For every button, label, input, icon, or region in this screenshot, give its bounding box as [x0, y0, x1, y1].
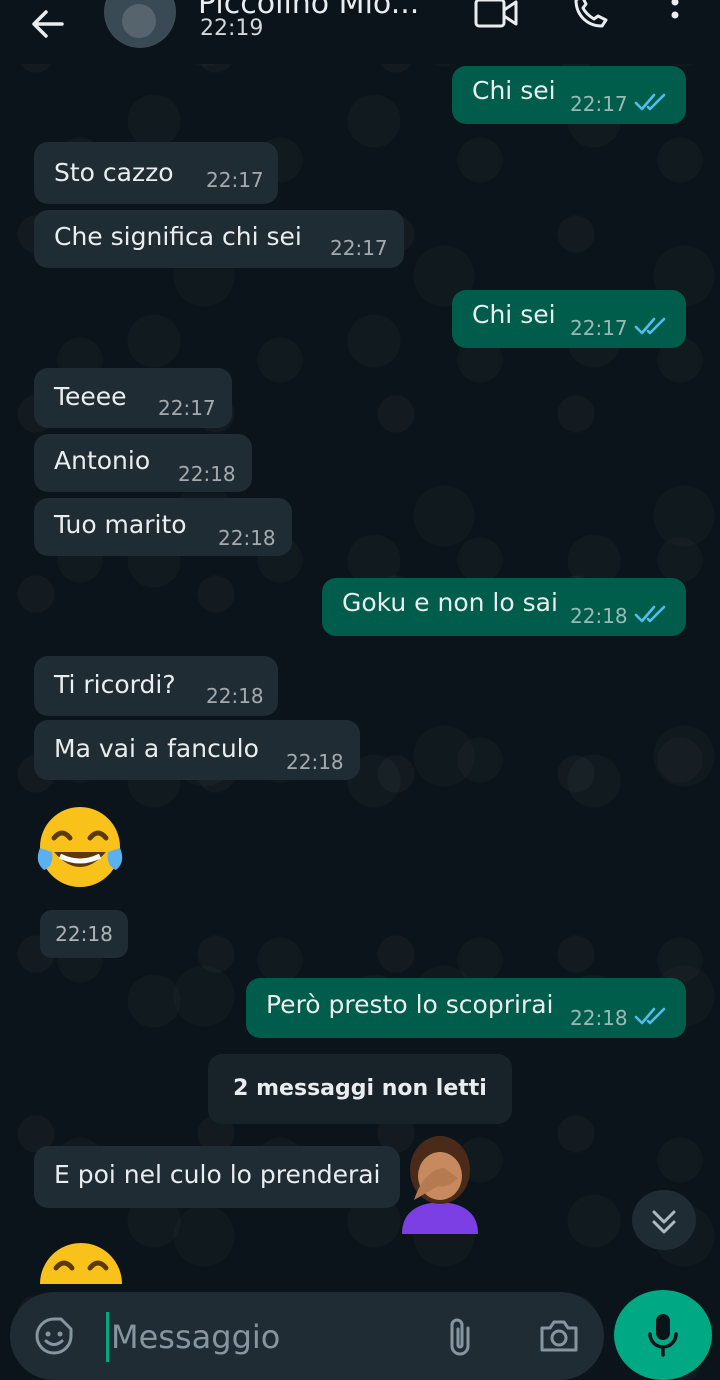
message-text: Che significa chi sei [54, 222, 302, 251]
message-incoming[interactable]: E poi nel culo lo prenderai [34, 1146, 400, 1208]
message-time: 22:17 [570, 316, 628, 340]
phone-icon[interactable] [570, 0, 614, 30]
message-outgoing[interactable]: Però presto lo scoprirai 22:18 [246, 978, 686, 1038]
message-time: 22:17 [330, 236, 388, 260]
message-incoming[interactable]: Tuo marito 22:18 [34, 498, 292, 556]
camera-icon[interactable] [538, 1318, 580, 1354]
message-emoji[interactable]: 🤦🏽‍♀️ [392, 1130, 488, 1238]
voice-message-button[interactable] [614, 1290, 712, 1380]
message-text: Chi sei [472, 300, 556, 329]
message-text: E poi nel culo lo prenderai [54, 1160, 381, 1189]
message-outgoing[interactable]: Chi sei 22:17 [452, 290, 686, 348]
message-time: 22:18 [570, 1006, 628, 1030]
video-call-icon[interactable] [474, 0, 518, 30]
arrow-left-icon[interactable] [28, 4, 68, 44]
message-time: 22:17 [570, 92, 628, 116]
paperclip-icon[interactable] [446, 1316, 476, 1358]
message-emoji[interactable]: 😂 [36, 1232, 126, 1288]
message-time: 22:17 [158, 396, 216, 420]
message-time: 22:18 [570, 604, 628, 628]
message-text: Chi sei [472, 76, 556, 105]
scroll-to-bottom-button[interactable] [632, 1190, 696, 1250]
message-time: 22:17 [206, 168, 264, 192]
message-time: 22:18 [178, 462, 236, 486]
laughing-tears-emoji-icon [40, 1243, 122, 1284]
read-ticks-icon [634, 605, 666, 623]
message-text: Teeee [54, 382, 127, 411]
message-time: 22:18 [206, 684, 264, 708]
message-incoming[interactable]: Sto cazzo 22:17 [34, 142, 278, 204]
woman-facepalming-emoji-icon [402, 1136, 478, 1234]
message-composer [10, 1292, 604, 1380]
message-text: Ti ricordi? [54, 670, 176, 699]
read-ticks-icon [634, 93, 666, 111]
sticker-icon[interactable] [34, 1316, 74, 1356]
message-text: Tuo marito [54, 510, 187, 539]
message-emoji[interactable]: 😂 [34, 804, 126, 894]
read-ticks-icon [634, 317, 666, 335]
chat-header: Piccolino Mio... 22:19 [0, 0, 720, 64]
microphone-icon [648, 1314, 678, 1357]
message-text: Goku e non lo sai [342, 588, 558, 617]
avatar[interactable] [104, 0, 176, 48]
message-input[interactable] [106, 1312, 433, 1362]
last-seen: 22:19 [200, 16, 264, 41]
message-time: 22:18 [40, 910, 128, 958]
laughing-tears-emoji-icon [37, 807, 123, 887]
read-ticks-icon [634, 1007, 666, 1025]
message-incoming[interactable]: Ma vai a fanculo 22:18 [34, 720, 360, 780]
message-time: 22:18 [286, 750, 344, 774]
message-text: Antonio [54, 446, 151, 475]
message-outgoing[interactable]: Goku e non lo sai 22:18 [322, 578, 686, 636]
message-text: Sto cazzo [54, 158, 174, 187]
message-incoming[interactable]: Che significa chi sei 22:17 [34, 210, 404, 268]
more-vertical-icon[interactable] [660, 0, 690, 30]
message-time: 22:18 [218, 526, 276, 550]
message-incoming[interactable]: Ti ricordi? 22:18 [34, 656, 278, 716]
unread-messages-banner: 2 messaggi non letti [208, 1054, 512, 1124]
message-outgoing[interactable]: Chi sei 22:17 [452, 66, 686, 124]
message-text: Ma vai a fanculo [54, 734, 259, 763]
message-incoming[interactable]: Teeee 22:17 [34, 368, 232, 428]
message-text: Però presto lo scoprirai [266, 990, 554, 1019]
message-incoming[interactable]: Antonio 22:18 [34, 434, 252, 492]
chevrons-down-icon [652, 1210, 676, 1234]
